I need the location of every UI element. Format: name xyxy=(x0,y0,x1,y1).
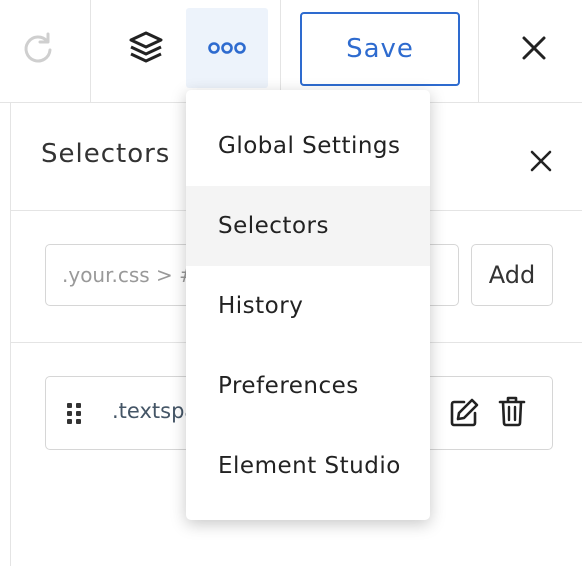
more-options-button[interactable] xyxy=(186,8,268,88)
menu-item-global-settings[interactable]: Global Settings xyxy=(186,106,430,186)
add-selector-button[interactable]: Add xyxy=(471,244,553,306)
close-icon xyxy=(522,36,546,60)
redo-icon xyxy=(24,32,52,63)
drag-handle-icon[interactable] xyxy=(66,401,82,425)
panel-title: Selectors xyxy=(41,139,171,169)
menu-item-element-studio[interactable]: Element Studio xyxy=(186,426,430,506)
menu-item-selectors[interactable]: Selectors xyxy=(186,186,430,266)
redo-button[interactable] xyxy=(16,28,60,68)
close-icon xyxy=(530,150,552,172)
top-toolbar: Save xyxy=(0,0,582,103)
layers-icon xyxy=(129,31,163,63)
menu-item-history[interactable]: History xyxy=(186,266,430,346)
more-dots-icon xyxy=(208,42,246,54)
toolbar-divider xyxy=(478,0,479,102)
more-options-menu: Global Settings Selectors History Prefer… xyxy=(186,90,430,520)
close-editor-button[interactable] xyxy=(512,26,556,70)
toolbar-divider xyxy=(90,0,91,102)
edit-icon[interactable] xyxy=(448,397,480,429)
save-button[interactable]: Save xyxy=(300,12,460,86)
layers-button[interactable] xyxy=(122,24,170,72)
trash-icon[interactable] xyxy=(498,395,526,427)
menu-item-preferences[interactable]: Preferences xyxy=(186,346,430,426)
toolbar-divider xyxy=(280,0,281,102)
panel-close-button[interactable] xyxy=(523,143,559,179)
menu-padding xyxy=(186,90,430,106)
